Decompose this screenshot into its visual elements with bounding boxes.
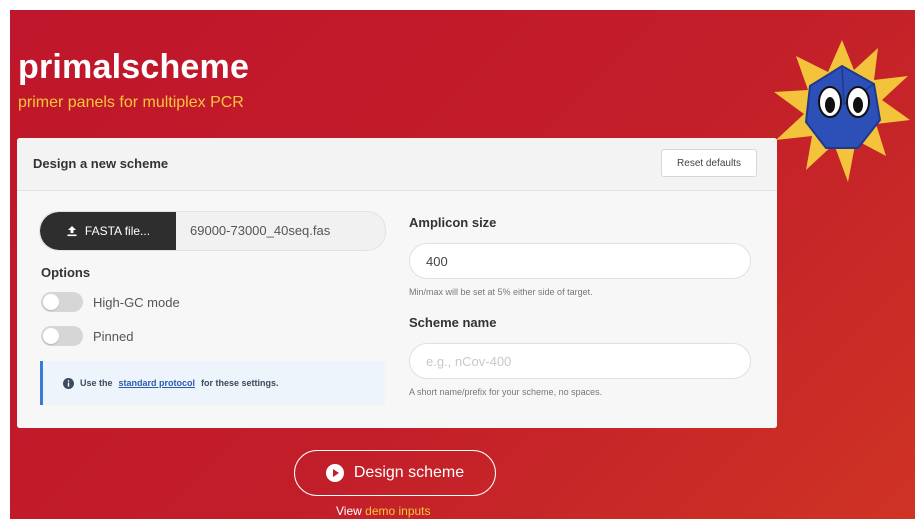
high-gc-label: High-GC mode	[93, 294, 180, 310]
note-suffix: for these settings.	[201, 378, 279, 388]
toggle-row-pinned: Pinned	[41, 326, 133, 346]
card-body: FASTA file... 69000-73000_40seq.fas Opti…	[17, 191, 777, 428]
scheme-name-input[interactable]	[409, 343, 751, 379]
upload-icon	[67, 226, 77, 237]
pinned-label: Pinned	[93, 328, 134, 344]
toggle-row-high-gc: High-GC mode	[41, 292, 180, 312]
file-picker[interactable]: FASTA file... 69000-73000_40seq.fas	[39, 211, 386, 251]
scheme-name-label: Scheme name	[409, 315, 497, 330]
card-title: Design a new scheme	[33, 156, 169, 171]
toggle-knob	[43, 328, 59, 344]
app-background: primalscheme primer panels for multiplex…	[10, 10, 915, 519]
demo-prefix: View	[336, 504, 362, 518]
app-title: primalscheme	[18, 48, 250, 86]
scheme-name-help: A short name/prefix for your scheme, no …	[409, 387, 603, 397]
amplicon-size-help: Min/max will be set at 5% either side of…	[409, 287, 593, 297]
pinned-toggle[interactable]	[41, 326, 83, 346]
app-subtitle: primer panels for multiplex PCR	[18, 94, 244, 111]
fasta-file-button[interactable]: FASTA file...	[40, 212, 176, 250]
amplicon-size-label: Amplicon size	[409, 215, 497, 230]
note-prefix: Use the	[80, 378, 113, 388]
selected-filename: 69000-73000_40seq.fas	[190, 223, 331, 238]
design-scheme-button[interactable]: Design scheme	[294, 450, 496, 496]
standard-protocol-link[interactable]: standard protocol	[119, 378, 196, 388]
demo-inputs-link[interactable]: demo inputs	[365, 504, 430, 518]
toggle-knob	[43, 294, 59, 310]
amplicon-size-input[interactable]	[409, 243, 751, 279]
play-circle-icon	[325, 464, 344, 482]
card-header: Design a new scheme Reset defaults	[17, 138, 777, 191]
info-icon	[63, 377, 74, 389]
high-gc-toggle[interactable]	[41, 292, 83, 312]
design-card: Design a new scheme Reset defaults FASTA…	[17, 138, 777, 428]
design-scheme-label: Design scheme	[353, 464, 465, 481]
mascot-logo	[774, 40, 910, 182]
options-label: Options	[41, 265, 91, 280]
fasta-file-button-label: FASTA file...	[84, 224, 151, 238]
reset-defaults-button[interactable]: Reset defaults	[661, 149, 757, 177]
demo-inputs-line: View demo inputs	[336, 504, 431, 518]
protocol-note: Use the standard protocol for these sett…	[40, 361, 385, 405]
